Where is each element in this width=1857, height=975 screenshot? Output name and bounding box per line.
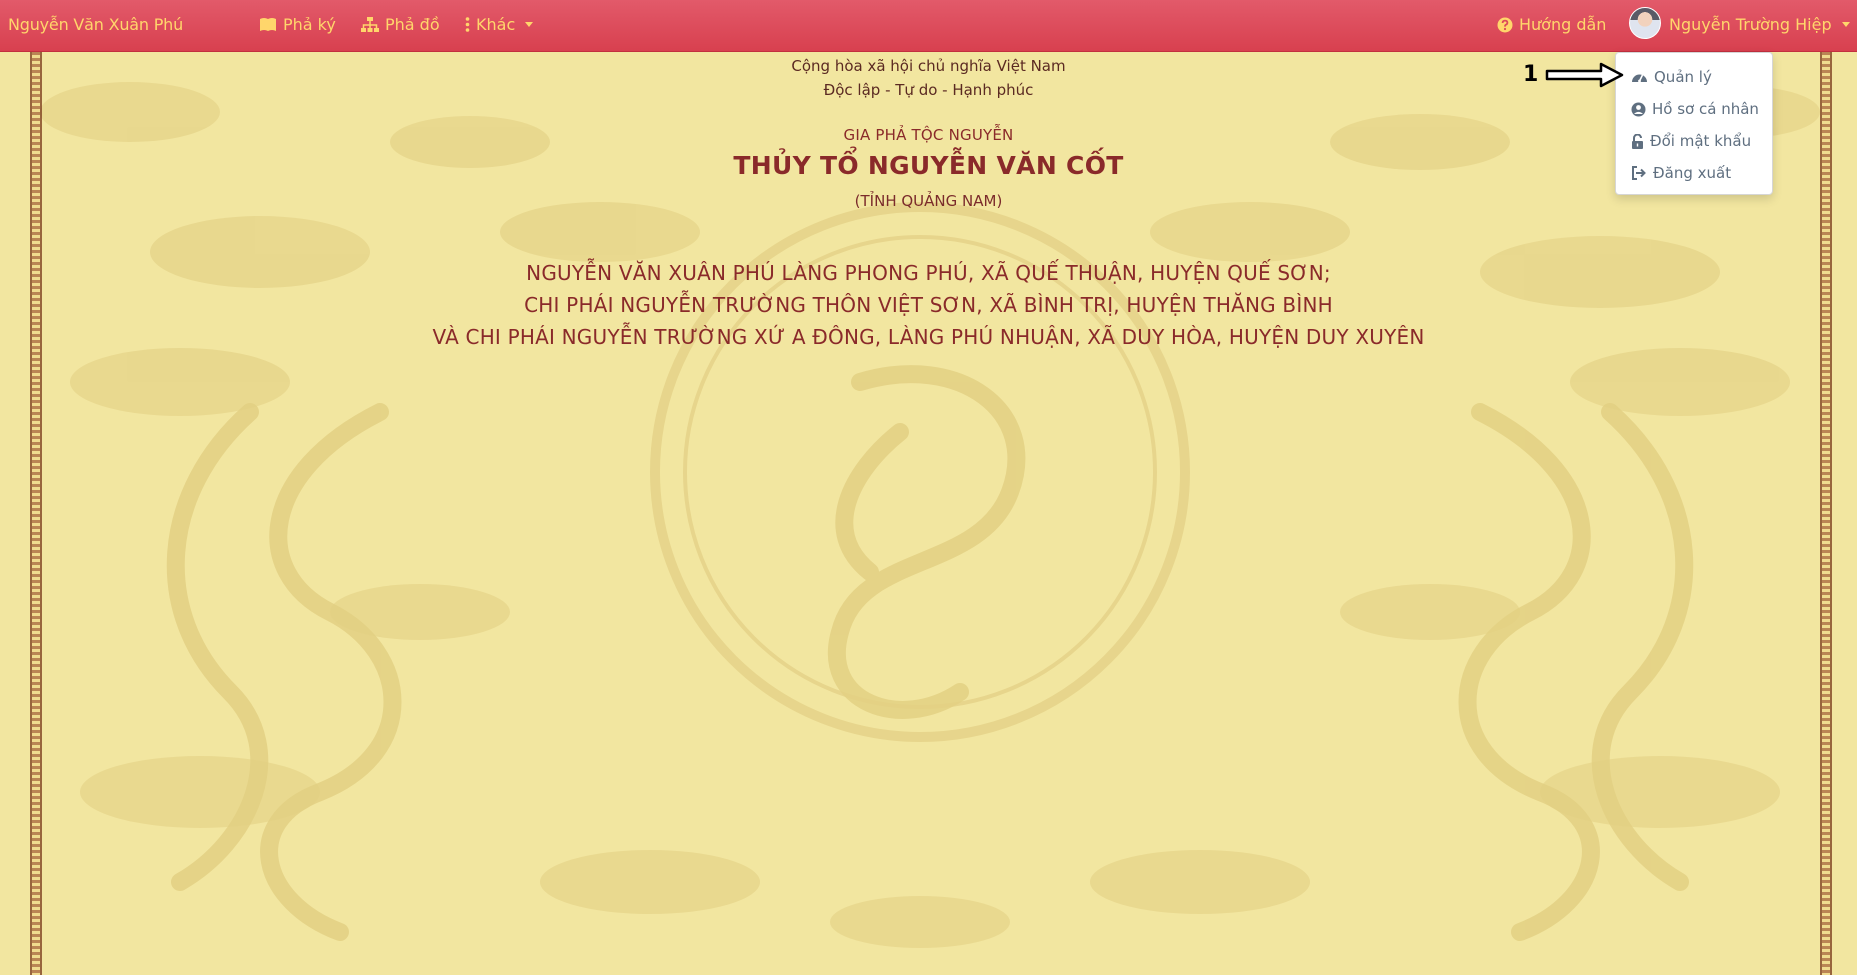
page-area: Cộng hòa xã hội chủ nghĩa Việt Nam Độc l… [0,52,1857,975]
left-decorative-border [30,52,42,975]
province-label: (TỈNH QUẢNG NAM) [854,192,1003,210]
page-title: THỦY TỔ NGUYỄN VĂN CỐT [733,151,1124,180]
right-decorative-border [1820,52,1832,975]
user-circle-icon [1631,102,1646,116]
nav-pha-ky-label: Phả ký [283,15,336,34]
menu-item-quan-ly[interactable]: Quản lý [1616,61,1772,93]
menu-item-quan-ly-label: Quản lý [1654,68,1712,86]
book-icon [260,18,276,31]
top-navbar: Nguyễn Văn Xuân Phú Phả ký Phả đồ Khác H… [0,0,1857,52]
chevron-down-icon [525,22,534,27]
menu-item-doi-mat-khau[interactable]: Đổi mật khẩu [1616,125,1772,157]
dragon-background-pattern [40,82,1820,948]
sitemap-icon [361,17,379,32]
cover-label: GIA PHẢ TỘC NGUYỄN [843,126,1014,144]
vertical-ellipsis-icon [465,17,470,32]
user-menu-toggle[interactable]: Nguyễn Trường Hiệp [1669,15,1850,34]
question-circle-icon [1497,17,1513,32]
menu-item-doi-mat-khau-label: Đổi mật khẩu [1650,132,1752,150]
user-name: Nguyễn Trường Hiệp [1669,15,1832,34]
sign-out-icon [1632,166,1646,180]
avatar[interactable] [1629,7,1661,39]
menu-item-ho-so[interactable]: Hồ sơ cá nhân [1616,93,1772,125]
menu-item-dang-xuat[interactable]: Đăng xuất [1616,157,1772,189]
nav-pha-do-label: Phả đồ [385,15,440,34]
dashboard-icon [1632,74,1647,83]
nav-pha-ky[interactable]: Phả ký [259,15,336,34]
nav-help[interactable]: Hướng dẫn [1497,15,1606,34]
nav-khac-label: Khác [476,15,516,34]
lineage-line-2: CHI PHÁI NGUYỄN TRƯỜNG THÔN VIỆT SƠN, XÃ… [524,293,1333,317]
menu-item-dang-xuat-label: Đăng xuất [1653,164,1732,182]
nav-help-label: Hướng dẫn [1519,15,1607,34]
lineage-line-3: VÀ CHI PHÁI NGUYỄN TRƯỜNG XỨ A ĐÔNG, LÀN… [432,325,1425,349]
chevron-down-icon [1841,22,1850,27]
unlock-icon [1632,133,1643,149]
nav-pha-do[interactable]: Phả đồ [361,15,440,34]
brand-link[interactable]: Nguyễn Văn Xuân Phú [8,15,183,34]
menu-item-ho-so-label: Hồ sơ cá nhân [1652,100,1759,118]
nav-khac-dropdown[interactable]: Khác [465,15,534,34]
lineage-line-1: NGUYỄN VĂN XUÂN PHÚ LÀNG PHONG PHÚ, XÃ Q… [526,261,1331,285]
genealogy-cover: Cộng hòa xã hội chủ nghĩa Việt Nam Độc l… [0,52,1857,975]
annotation-number: 1 [1523,62,1539,87]
annotation-arrow-icon [1545,62,1624,88]
user-dropdown-menu: Quản lý Hồ sơ cá nhân Đổi mật khẩu Đăng … [1615,52,1773,195]
